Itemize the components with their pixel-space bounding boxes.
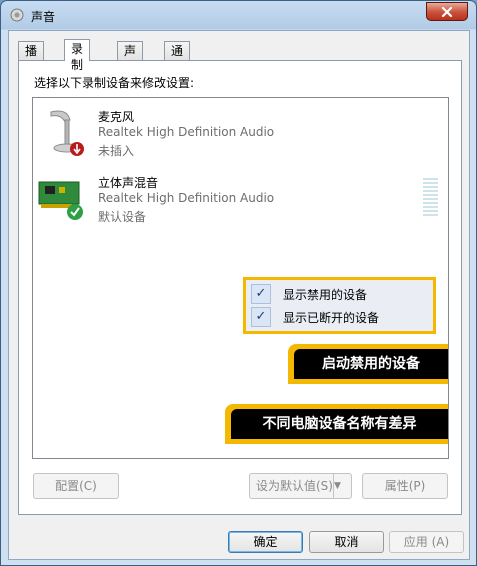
device-list[interactable]: 麦克风 Realtek High Definition Audio 未插入 立体… xyxy=(32,97,449,459)
menu-item-show-disconnected[interactable]: ✓ 显示已断开的设备 xyxy=(251,306,431,328)
annotation-banner-enable: 启动禁用的设备 xyxy=(288,344,448,384)
dialog-client: 播放 录制 声音 通信 选择以下录制设备来修改设置: xyxy=(8,30,470,560)
properties-button[interactable]: 属性(P) xyxy=(362,473,448,499)
tab-communications[interactable]: 通信 xyxy=(164,41,191,74)
tab-sounds[interactable]: 声音 xyxy=(117,41,144,74)
level-meter xyxy=(423,178,438,220)
apply-button[interactable]: 应用 (A) xyxy=(389,531,464,553)
check-icon: ✓ xyxy=(251,284,271,304)
close-button[interactable] xyxy=(426,2,468,21)
microphone-icon xyxy=(50,110,84,156)
check-icon: ✓ xyxy=(251,307,271,327)
configure-button[interactable]: 配置(C) xyxy=(33,473,119,499)
chevron-down-icon[interactable]: ▼ xyxy=(333,474,351,498)
instruction-text: 选择以下录制设备来修改设置: xyxy=(34,76,195,90)
sound-card-icon xyxy=(38,181,83,220)
speaker-icon xyxy=(10,8,24,22)
device-name: 立体声混音 xyxy=(98,176,159,190)
annotation-text: 不同电脑设备名称有差异 xyxy=(231,409,448,439)
title-bar[interactable]: 声音 xyxy=(1,1,476,29)
annotation-text: 启动禁用的设备 xyxy=(294,349,448,379)
menu-item-show-disabled[interactable]: ✓ 显示禁用的设备 xyxy=(251,283,431,305)
context-menu-callout: ✓ 显示禁用的设备 ✓ 显示已断开的设备 xyxy=(243,277,436,334)
device-item-microphone[interactable]: 麦克风 Realtek High Definition Audio 未插入 xyxy=(33,102,448,166)
ok-button[interactable]: 确定 xyxy=(228,531,303,553)
device-description: Realtek High Definition Audio xyxy=(98,125,275,139)
recording-panel: 选择以下录制设备来修改设置: 麦克风 Realtek High Definiti… xyxy=(18,60,462,515)
close-icon xyxy=(441,6,453,18)
annotation-banner-names: 不同电脑设备名称有差异 xyxy=(225,404,448,444)
device-item-stereo-mix[interactable]: 立体声混音 Realtek High Definition Audio 默认设备 xyxy=(33,168,448,232)
tab-recording[interactable]: 录制 xyxy=(64,39,91,72)
tab-playback[interactable]: 播放 xyxy=(18,41,45,74)
device-name: 麦克风 xyxy=(98,110,135,124)
default-check-icon xyxy=(67,204,83,220)
unplugged-badge-icon xyxy=(70,142,84,156)
menu-item-label: 显示已断开的设备 xyxy=(283,311,380,325)
set-default-label: 设为默认值(S) xyxy=(256,479,333,493)
set-default-button[interactable]: 设为默认值(S) ▼ xyxy=(249,473,352,499)
sound-dialog: 声音 播放 录制 声音 通信 选择以下录制设备来修改设置: xyxy=(0,0,477,566)
device-description: Realtek High Definition Audio xyxy=(98,191,275,205)
cancel-button[interactable]: 取消 xyxy=(309,531,384,553)
device-status: 未插入 xyxy=(98,144,135,158)
window-title: 声音 xyxy=(31,10,56,24)
menu-item-label: 显示禁用的设备 xyxy=(283,288,368,302)
device-status: 默认设备 xyxy=(98,210,147,224)
